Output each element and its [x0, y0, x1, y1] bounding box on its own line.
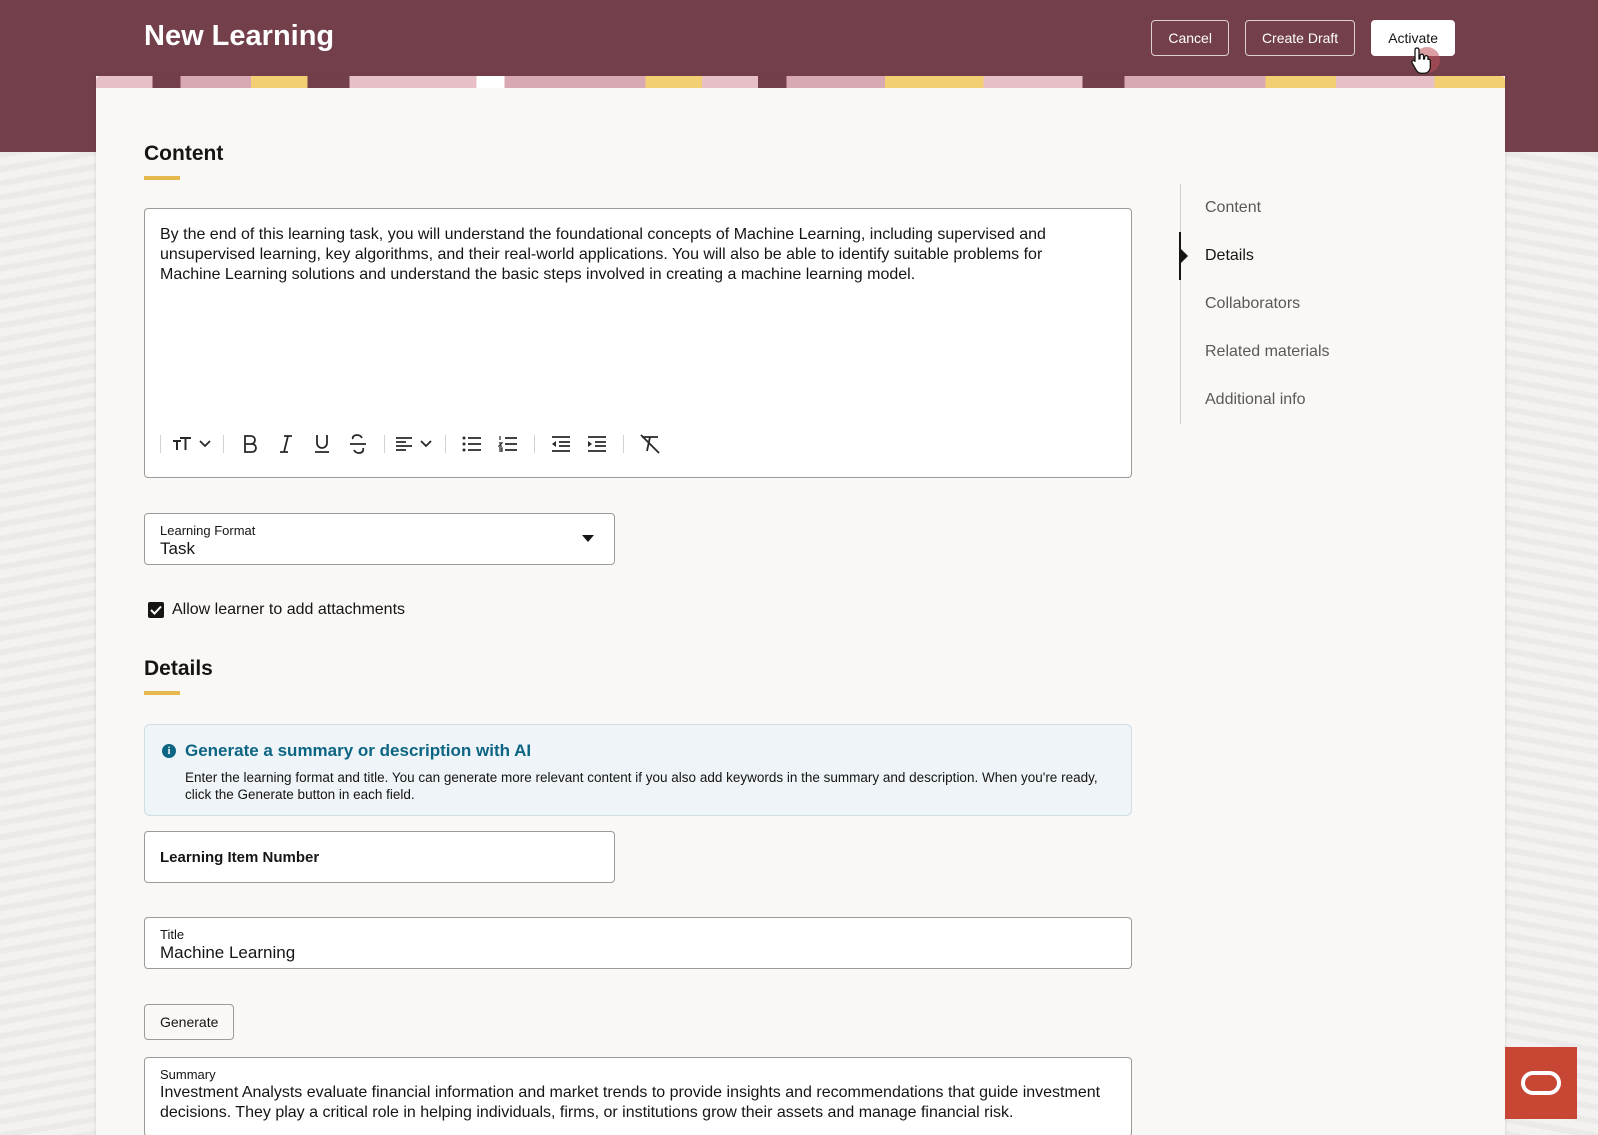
toc-item-collaborators[interactable]: Collaborators	[1181, 280, 1460, 328]
page-title: New Learning	[144, 20, 335, 52]
clear-format-icon[interactable]	[632, 431, 668, 457]
bulleted-list-icon[interactable]	[454, 431, 490, 457]
toolbar-divider	[160, 435, 161, 453]
content-section-title: Content	[144, 142, 224, 165]
summary-field[interactable]: Summary Investment Analysts evaluate fin…	[144, 1057, 1132, 1135]
toolbar-divider	[445, 435, 446, 453]
generate-button[interactable]: Generate	[144, 1004, 235, 1040]
attachments-checkbox[interactable]	[148, 602, 164, 618]
content-title-underline	[144, 176, 180, 180]
editor-text[interactable]: By the end of this learning task, you wi…	[160, 225, 1091, 285]
ai-banner-body: Enter the learning format and title. You…	[185, 770, 1098, 802]
info-icon: i	[162, 744, 176, 758]
text-size-icon[interactable]	[169, 431, 195, 457]
background-pattern-right	[1502, 152, 1598, 1135]
toolbar-divider	[384, 435, 385, 453]
bold-icon[interactable]	[232, 431, 268, 457]
checkmark-icon	[150, 605, 162, 615]
attachments-checkbox-row[interactable]: Allow learner to add attachments	[148, 601, 405, 619]
hand-cursor-icon	[1411, 47, 1431, 74]
align-left-icon[interactable]	[393, 431, 415, 457]
attachments-checkbox-label: Allow learner to add attachments	[172, 601, 406, 618]
card-decorative-strip	[96, 76, 1505, 88]
ai-info-banner: i Generate a summary or description with…	[144, 724, 1132, 816]
summary-label: Summary	[160, 1067, 216, 1082]
background-pattern-left	[0, 152, 96, 1135]
learning-item-number-field[interactable]: Learning Item Number	[144, 831, 615, 883]
outdent-icon[interactable]	[543, 431, 579, 457]
learning-item-number-label: Learning Item Number	[160, 849, 320, 866]
oracle-logo-icon	[1521, 1071, 1561, 1095]
cancel-button[interactable]: Cancel	[1151, 20, 1229, 56]
caret-down-icon[interactable]	[582, 535, 594, 542]
title-field[interactable]: Title Machine Learning	[144, 917, 1132, 969]
details-section-title: Details	[144, 657, 213, 680]
indent-icon[interactable]	[579, 431, 615, 457]
toc-item-related-materials[interactable]: Related materials	[1181, 328, 1460, 376]
learning-format-label: Learning Format	[160, 523, 256, 538]
content-rich-text-editor[interactable]: By the end of this learning task, you wi…	[144, 208, 1132, 478]
create-draft-button[interactable]: Create Draft	[1244, 20, 1356, 56]
title-value[interactable]: Machine Learning	[160, 943, 295, 963]
learning-format-value[interactable]: Task	[160, 539, 195, 559]
toc-item-details[interactable]: Details	[1179, 232, 1460, 280]
toolbar-divider	[223, 435, 224, 453]
details-title-underline	[144, 691, 180, 695]
learning-format-select[interactable]: Learning Format Task	[144, 513, 615, 565]
chevron-down-icon[interactable]	[195, 431, 215, 457]
summary-value[interactable]: Investment Analysts evaluate financial i…	[160, 1083, 1117, 1123]
toc-item-content[interactable]: Content	[1181, 184, 1460, 232]
editor-toolbar	[160, 431, 668, 457]
chat-launcher-button[interactable]	[1505, 1047, 1577, 1119]
numbered-list-icon[interactable]	[490, 431, 526, 457]
ai-banner-title: Generate a summary or description with A…	[185, 741, 532, 760]
chevron-down-icon[interactable]	[415, 431, 437, 457]
italic-icon[interactable]	[268, 431, 304, 457]
toolbar-divider	[623, 435, 624, 453]
underline-icon[interactable]	[304, 431, 340, 457]
title-label: Title	[160, 927, 185, 942]
toc-item-additional-info[interactable]: Additional info	[1181, 376, 1460, 424]
strikethrough-icon[interactable]	[340, 431, 376, 457]
toolbar-divider	[534, 435, 535, 453]
section-navigation: Content Details Collaborators Related ma…	[1179, 184, 1460, 424]
